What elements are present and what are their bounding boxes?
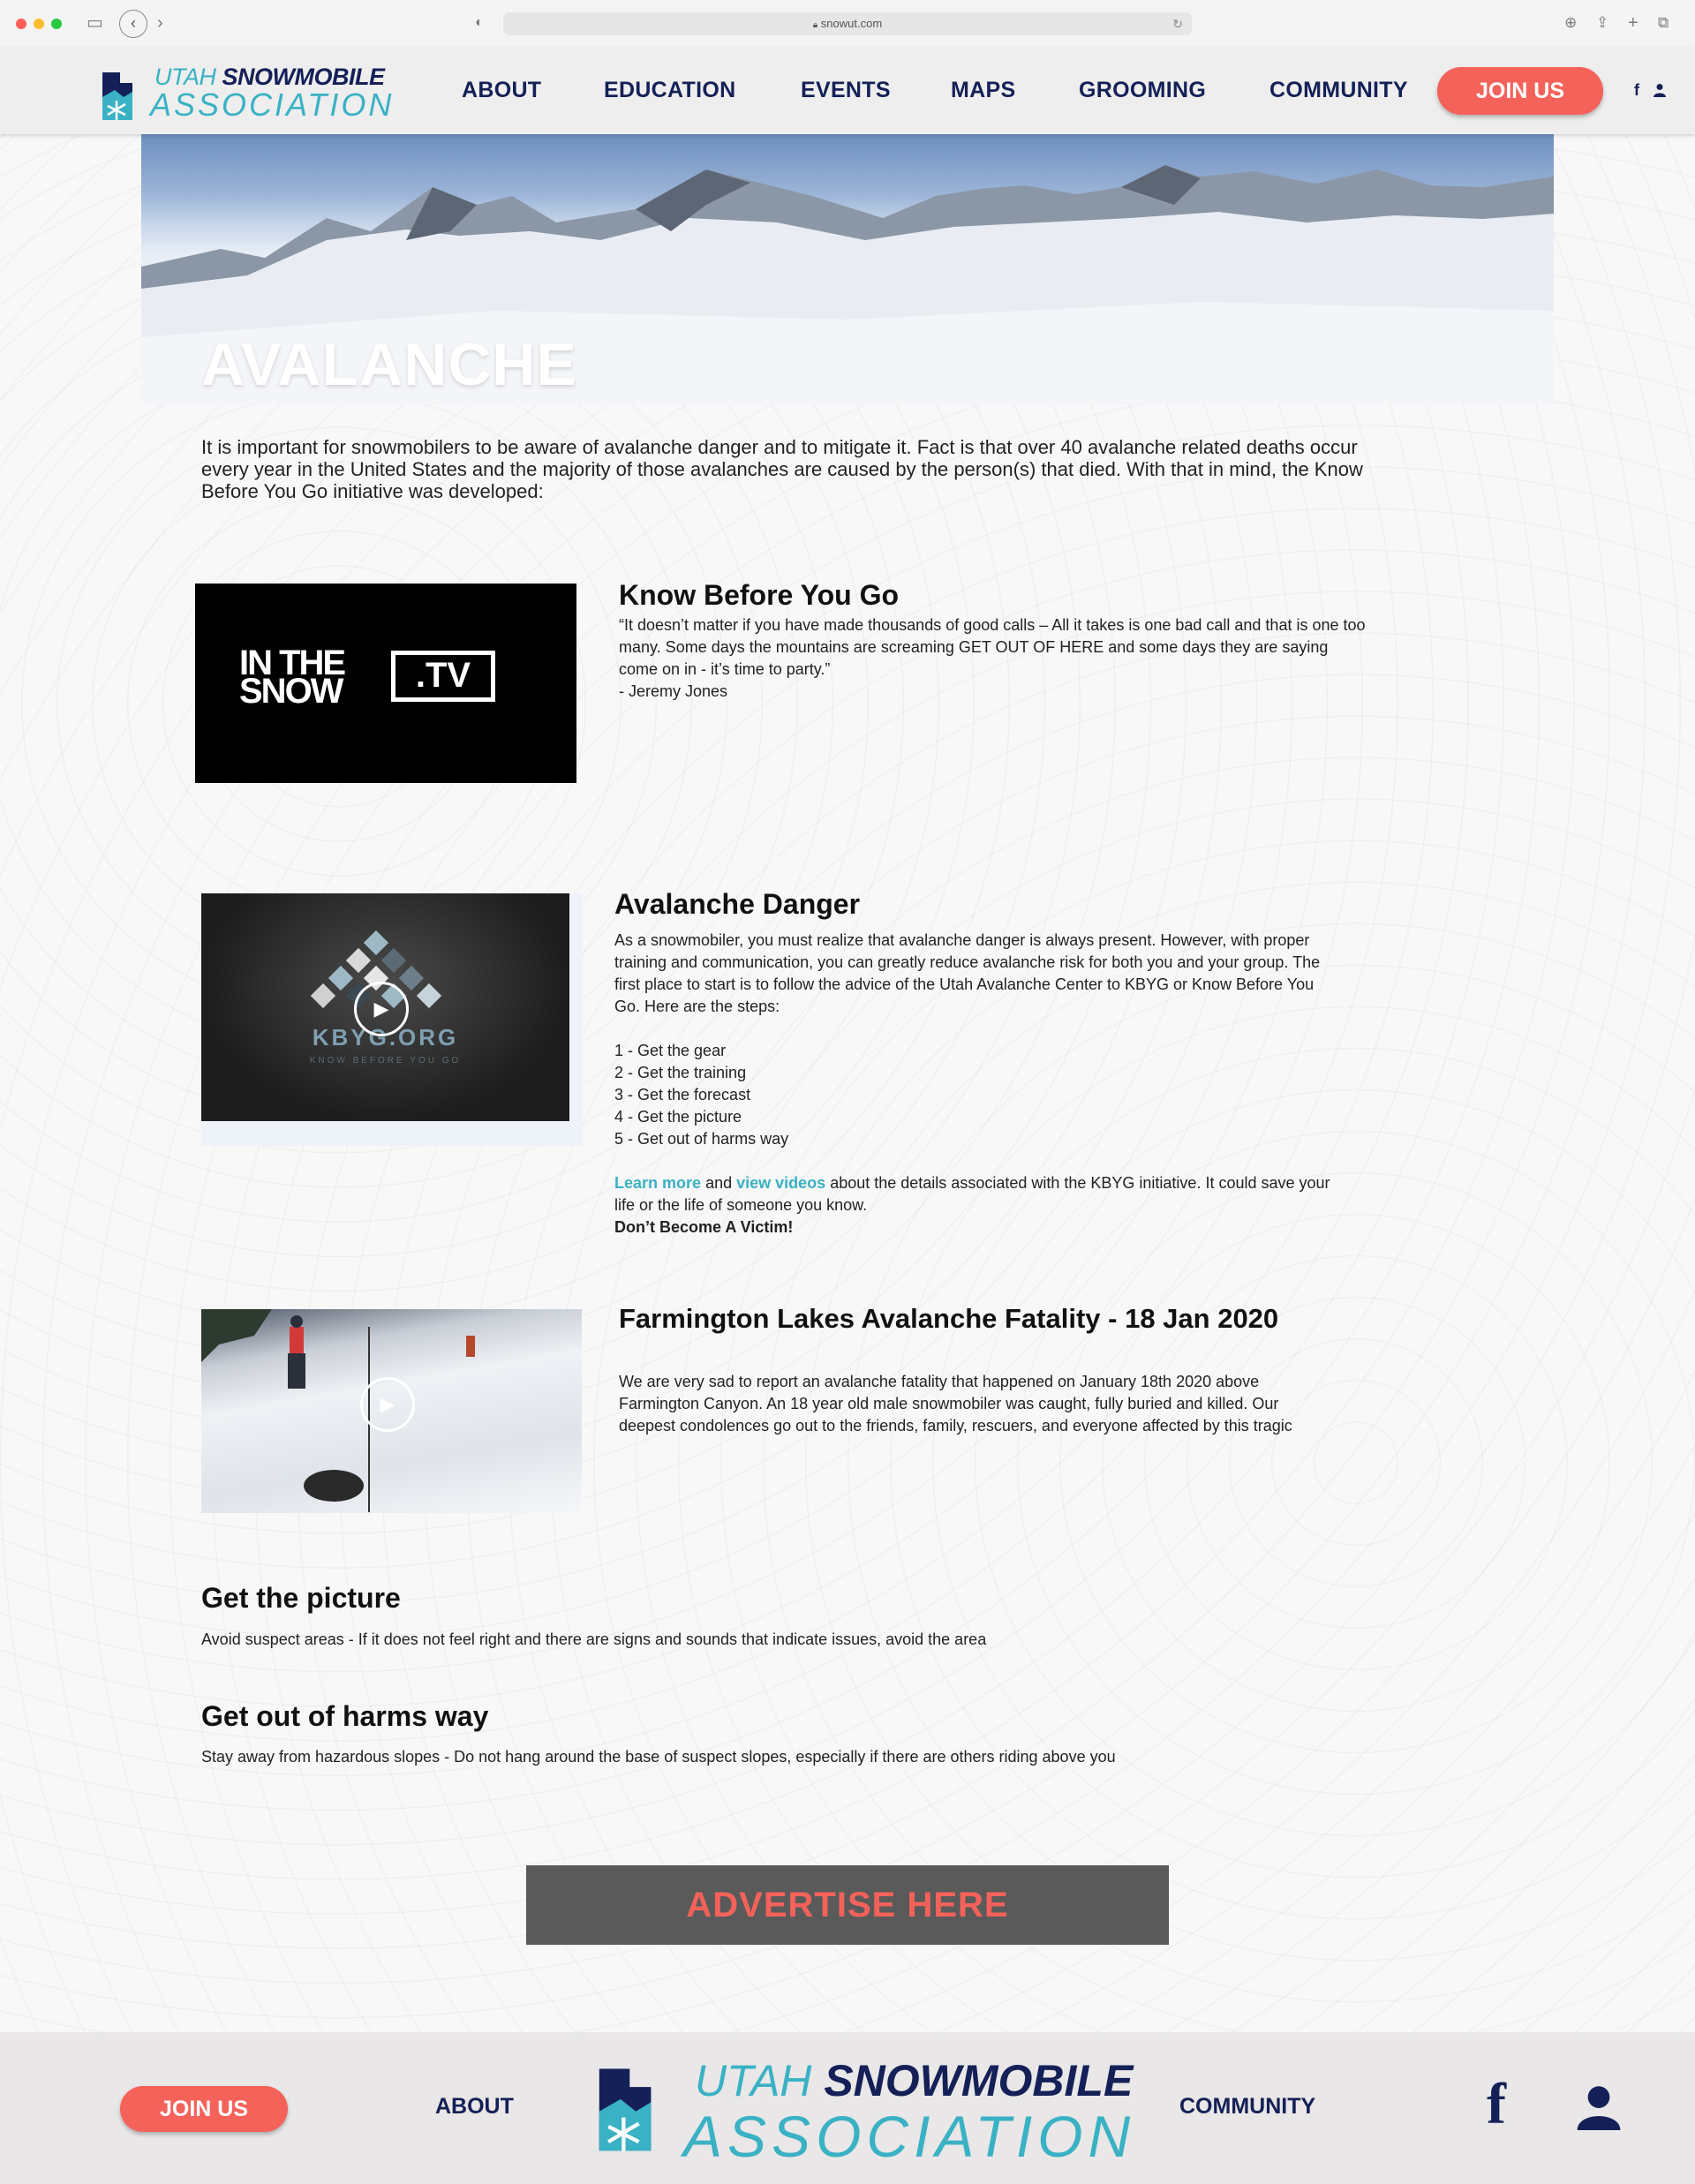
user-icon[interactable] xyxy=(1653,83,1667,97)
footer-logo-word-utah: UTAH xyxy=(695,2056,812,2105)
step-item: 2 - Get the training xyxy=(614,1064,747,1081)
fatality-body: We are very sad to report an avalanche f… xyxy=(619,1373,1292,1435)
advertise-banner[interactable]: ADVERTISE HERE xyxy=(526,1865,1169,1945)
forward-icon[interactable]: › xyxy=(157,12,163,34)
browser-toolbar: ▭ ‹ › ◐ 🔒︎ snowut.com ↻ ⊕ ⇪ + ⧉ xyxy=(0,0,1695,49)
nav-about[interactable]: ABOUT xyxy=(462,78,541,103)
step-item: 4 - Get the picture xyxy=(614,1108,742,1126)
footer-user-icon[interactable] xyxy=(1574,2084,1623,2130)
back-icon[interactable]: ‹ xyxy=(119,10,147,38)
kbyg-video-thumbnail[interactable]: KBYG.ORG KNOW BEFORE YOU GO ▶ xyxy=(201,893,569,1121)
thumb-line2: SNOW xyxy=(239,672,343,711)
play-icon[interactable]: ▶ xyxy=(354,982,409,1036)
footer-logo-word-association[interactable]: ASSOCIATION xyxy=(683,2103,1135,2170)
harms-heading: Get out of harms way xyxy=(201,1700,489,1732)
maximize-window-button[interactable] xyxy=(51,19,62,29)
new-tab-icon[interactable]: + xyxy=(1628,12,1638,34)
and-text: and xyxy=(705,1174,733,1192)
shield-icon[interactable]: ◐ xyxy=(475,12,484,34)
nav-grooming[interactable]: GROOMING xyxy=(1079,78,1206,103)
footer-logo-mark-icon[interactable] xyxy=(591,2066,671,2154)
view-videos-link[interactable]: view videos xyxy=(736,1174,825,1192)
address-bar[interactable]: 🔒︎ snowut.com ↻ xyxy=(503,12,1192,35)
kbyg-quote-text: “It doesn’t matter if you have made thou… xyxy=(619,616,1366,678)
danger-heading: Avalanche Danger xyxy=(614,888,861,920)
page-title: AVALANCHE xyxy=(201,331,577,398)
tabs-icon[interactable]: ⧉ xyxy=(1658,12,1669,34)
footer-nav-community[interactable]: COMMUNITY xyxy=(1179,2094,1315,2120)
step-item: 5 - Get out of harms way xyxy=(614,1130,789,1148)
hero-banner: AVALANCHE xyxy=(141,134,1554,404)
picture-body: Avoid suspect areas - If it does not fee… xyxy=(201,1630,987,1648)
nav-maps[interactable]: MAPS xyxy=(951,78,1015,103)
learn-more-link[interactable]: Learn more xyxy=(614,1174,701,1192)
footer-logo-wordmark-top[interactable]: UTAH SNOWMOBILE xyxy=(695,2055,1133,2106)
danger-body: As a snowmobiler, you must realize that … xyxy=(614,931,1321,1015)
fatality-heading: Farmington Lakes Avalanche Fatality - 18… xyxy=(619,1303,1279,1334)
thumb-tv-box: .TV xyxy=(391,651,495,702)
sidebar-icon[interactable]: ▭ xyxy=(87,12,103,34)
kbyg-quote: “It doesn’t matter if you have made thou… xyxy=(619,614,1369,703)
picture-heading: Get the picture xyxy=(201,1582,401,1614)
kbyg-links-paragraph: Learn more and view videos about the det… xyxy=(614,1172,1338,1216)
intro-paragraph: It is important for snowmobilers to be a… xyxy=(201,436,1363,502)
warning-text: Don’t Become A Victim! xyxy=(614,1218,794,1236)
play-icon[interactable]: ▶ xyxy=(360,1377,415,1432)
footer-facebook-icon[interactable]: f xyxy=(1487,2071,1506,2138)
url-text: snowut.com xyxy=(820,17,883,30)
logo-word-association[interactable]: ASSOCIATION xyxy=(150,87,394,124)
thumb-wordmark: IN THE SNOW xyxy=(239,645,346,711)
close-window-button[interactable] xyxy=(16,19,26,29)
join-us-button[interactable]: JOIN US xyxy=(1437,67,1603,115)
reload-icon[interactable]: ↻ xyxy=(1172,12,1183,35)
kbyg-heading: Know Before You Go xyxy=(619,579,900,611)
footer-logo-word-snowmobile: SNOWMOBILE xyxy=(824,2056,1134,2105)
share-icon[interactable]: ⇪ xyxy=(1596,12,1608,34)
nav-events[interactable]: EVENTS xyxy=(801,78,891,103)
harms-body: Stay away from hazardous slopes - Do not… xyxy=(201,1748,1116,1766)
step-item: 3 - Get the forecast xyxy=(614,1086,751,1103)
footer-join-us-button[interactable]: JOIN US xyxy=(120,2086,288,2132)
download-icon[interactable]: ⊕ xyxy=(1564,12,1577,34)
nav-education[interactable]: EDUCATION xyxy=(604,78,735,103)
footer-nav-about[interactable]: ABOUT xyxy=(435,2094,514,2120)
danger-content: As a snowmobiler, you must realize that … xyxy=(614,930,1338,1239)
kbyg-thumb-subtext: KNOW BEFORE YOU GO xyxy=(309,1056,462,1066)
kbyg-quote-author: - Jeremy Jones xyxy=(619,682,728,700)
site-footer: JOIN US ABOUT UTAH SNOWMOBILE ASSOCIATIO… xyxy=(0,2032,1695,2184)
lock-icon: 🔒︎ xyxy=(812,20,818,30)
step-item: 1 - Get the gear xyxy=(614,1042,727,1059)
inthesnow-video-thumbnail[interactable]: IN THE SNOW .TV xyxy=(195,584,576,783)
fatality-video-thumbnail[interactable]: ▶ xyxy=(201,1309,582,1513)
facebook-icon[interactable]: f xyxy=(1634,81,1639,100)
minimize-window-button[interactable] xyxy=(34,19,44,29)
site-header: UTAH SNOWMOBILE ASSOCIATION ABOUT EDUCAT… xyxy=(0,48,1695,134)
nav-community[interactable]: COMMUNITY xyxy=(1269,78,1408,103)
logo-mark-icon[interactable] xyxy=(99,71,143,122)
